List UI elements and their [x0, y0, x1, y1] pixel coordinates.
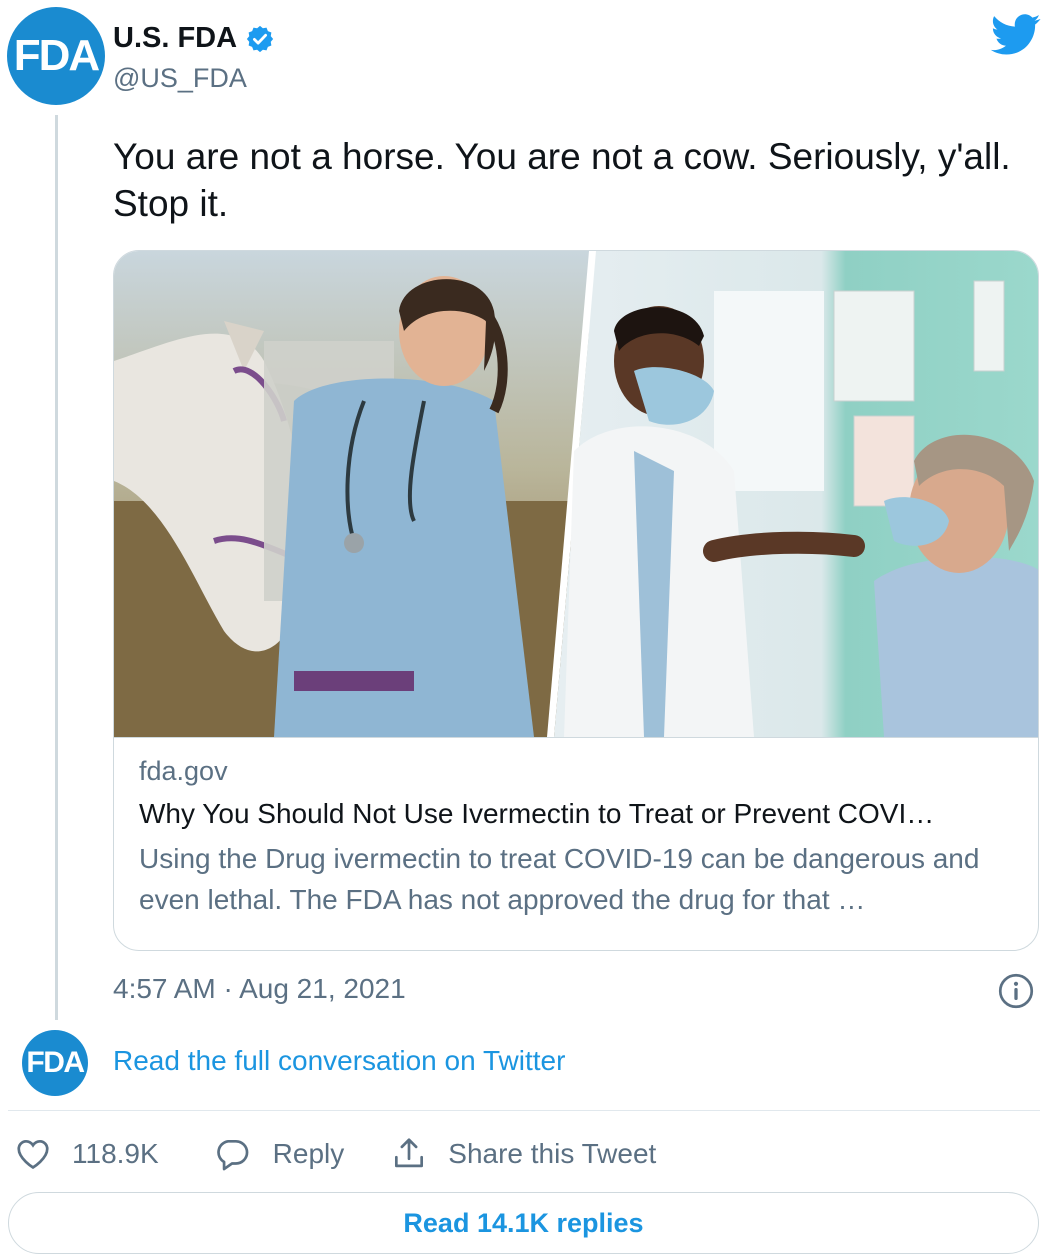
verified-badge-icon: [246, 25, 274, 52]
card-title: Why You Should Not Use Ivermectin to Tre…: [139, 798, 935, 829]
fda-avatar[interactable]: FDA: [7, 7, 105, 105]
tweet-text: You are not a horse. You are not a cow. …: [113, 136, 1011, 224]
tweet-timestamp[interactable]: 4:57 AM · Aug 21, 2021: [113, 973, 406, 1005]
share-upload-icon: [395, 1138, 424, 1168]
action-bar: 118.9K Reply Share this Tweet: [14, 1132, 656, 1176]
like-button[interactable]: 118.9K: [14, 1135, 159, 1173]
link-card[interactable]: fda.gov Why You Should Not Use Ivermecti…: [113, 250, 1039, 951]
twitter-bird-icon[interactable]: [990, 14, 1042, 56]
share-button[interactable]: Share this Tweet: [390, 1135, 656, 1173]
card-meta[interactable]: fda.gov Why You Should Not Use Ivermecti…: [114, 737, 1038, 950]
thread-line: [55, 115, 58, 1020]
reply-label: Reply: [272, 1138, 345, 1169]
fda-avatar-small[interactable]: FDA: [22, 1030, 88, 1096]
read-replies-button[interactable]: Read 14.1K replies: [8, 1192, 1039, 1254]
heart-icon: [17, 1139, 49, 1170]
account-name-row[interactable]: U.S. FDA: [113, 22, 275, 55]
share-label: Share this Tweet: [448, 1138, 657, 1169]
card-image[interactable]: [114, 251, 1039, 737]
read-full-conversation-link[interactable]: Read the full conversation on Twitter: [113, 1045, 565, 1077]
account-handle[interactable]: @US_FDA: [113, 63, 247, 94]
account-name[interactable]: U.S. FDA: [113, 22, 237, 55]
card-domain: fda.gov: [139, 756, 228, 786]
info-icon[interactable]: [998, 973, 1034, 1009]
reply-button[interactable]: Reply: [213, 1135, 345, 1173]
divider: [8, 1110, 1040, 1111]
like-count: 118.9K: [72, 1138, 159, 1169]
card-description: Using the Drug ivermectin to treat COVID…: [139, 843, 980, 915]
speech-bubble-icon: [216, 1139, 248, 1171]
